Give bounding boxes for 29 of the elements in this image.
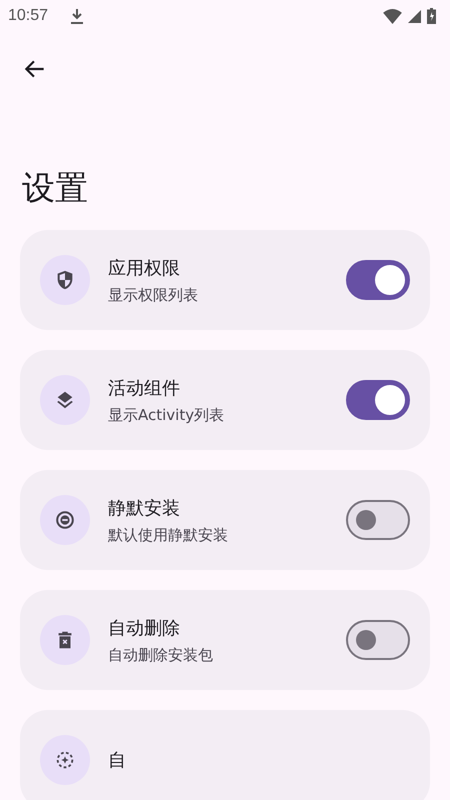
setting-card[interactable]: 应用权限 显示权限列表 (20, 230, 430, 330)
status-time: 10:57 (8, 7, 48, 25)
battery-icon (427, 8, 436, 24)
setting-title: 自动删除 (108, 616, 181, 640)
setting-description: 显示Activity列表 (108, 406, 226, 424)
setting-card[interactable]: 自 (20, 710, 430, 800)
block-icon (40, 495, 90, 545)
setting-title: 活动组件 (108, 376, 181, 400)
shield-icon (40, 255, 90, 305)
setting-title: 自 (108, 749, 127, 772)
setting-description: 自动删除安装包 (108, 646, 214, 664)
toggle-switch[interactable] (346, 260, 410, 300)
toggle-switch[interactable] (346, 380, 410, 420)
toggle-switch[interactable] (346, 500, 410, 540)
setting-title: 静默安装 (108, 496, 181, 520)
setting-description: 显示权限列表 (108, 286, 199, 304)
download-icon (70, 8, 84, 24)
page-title: 设置 (21, 167, 89, 209)
toggle-switch[interactable] (346, 620, 410, 660)
setting-card[interactable]: 自动删除 自动删除安装包 (20, 590, 430, 690)
setting-card[interactable]: 静默安装 默认使用静默安装 (20, 470, 430, 570)
setting-card[interactable]: 活动组件 显示Activity列表 (20, 350, 430, 450)
layers-icon (40, 375, 90, 425)
setting-title: 应用权限 (108, 256, 181, 280)
sync-icon (40, 735, 90, 785)
wifi-icon (383, 8, 402, 24)
setting-description: 默认使用静默安装 (108, 526, 229, 544)
trash-icon (40, 615, 90, 665)
signal-icon (408, 10, 421, 22)
